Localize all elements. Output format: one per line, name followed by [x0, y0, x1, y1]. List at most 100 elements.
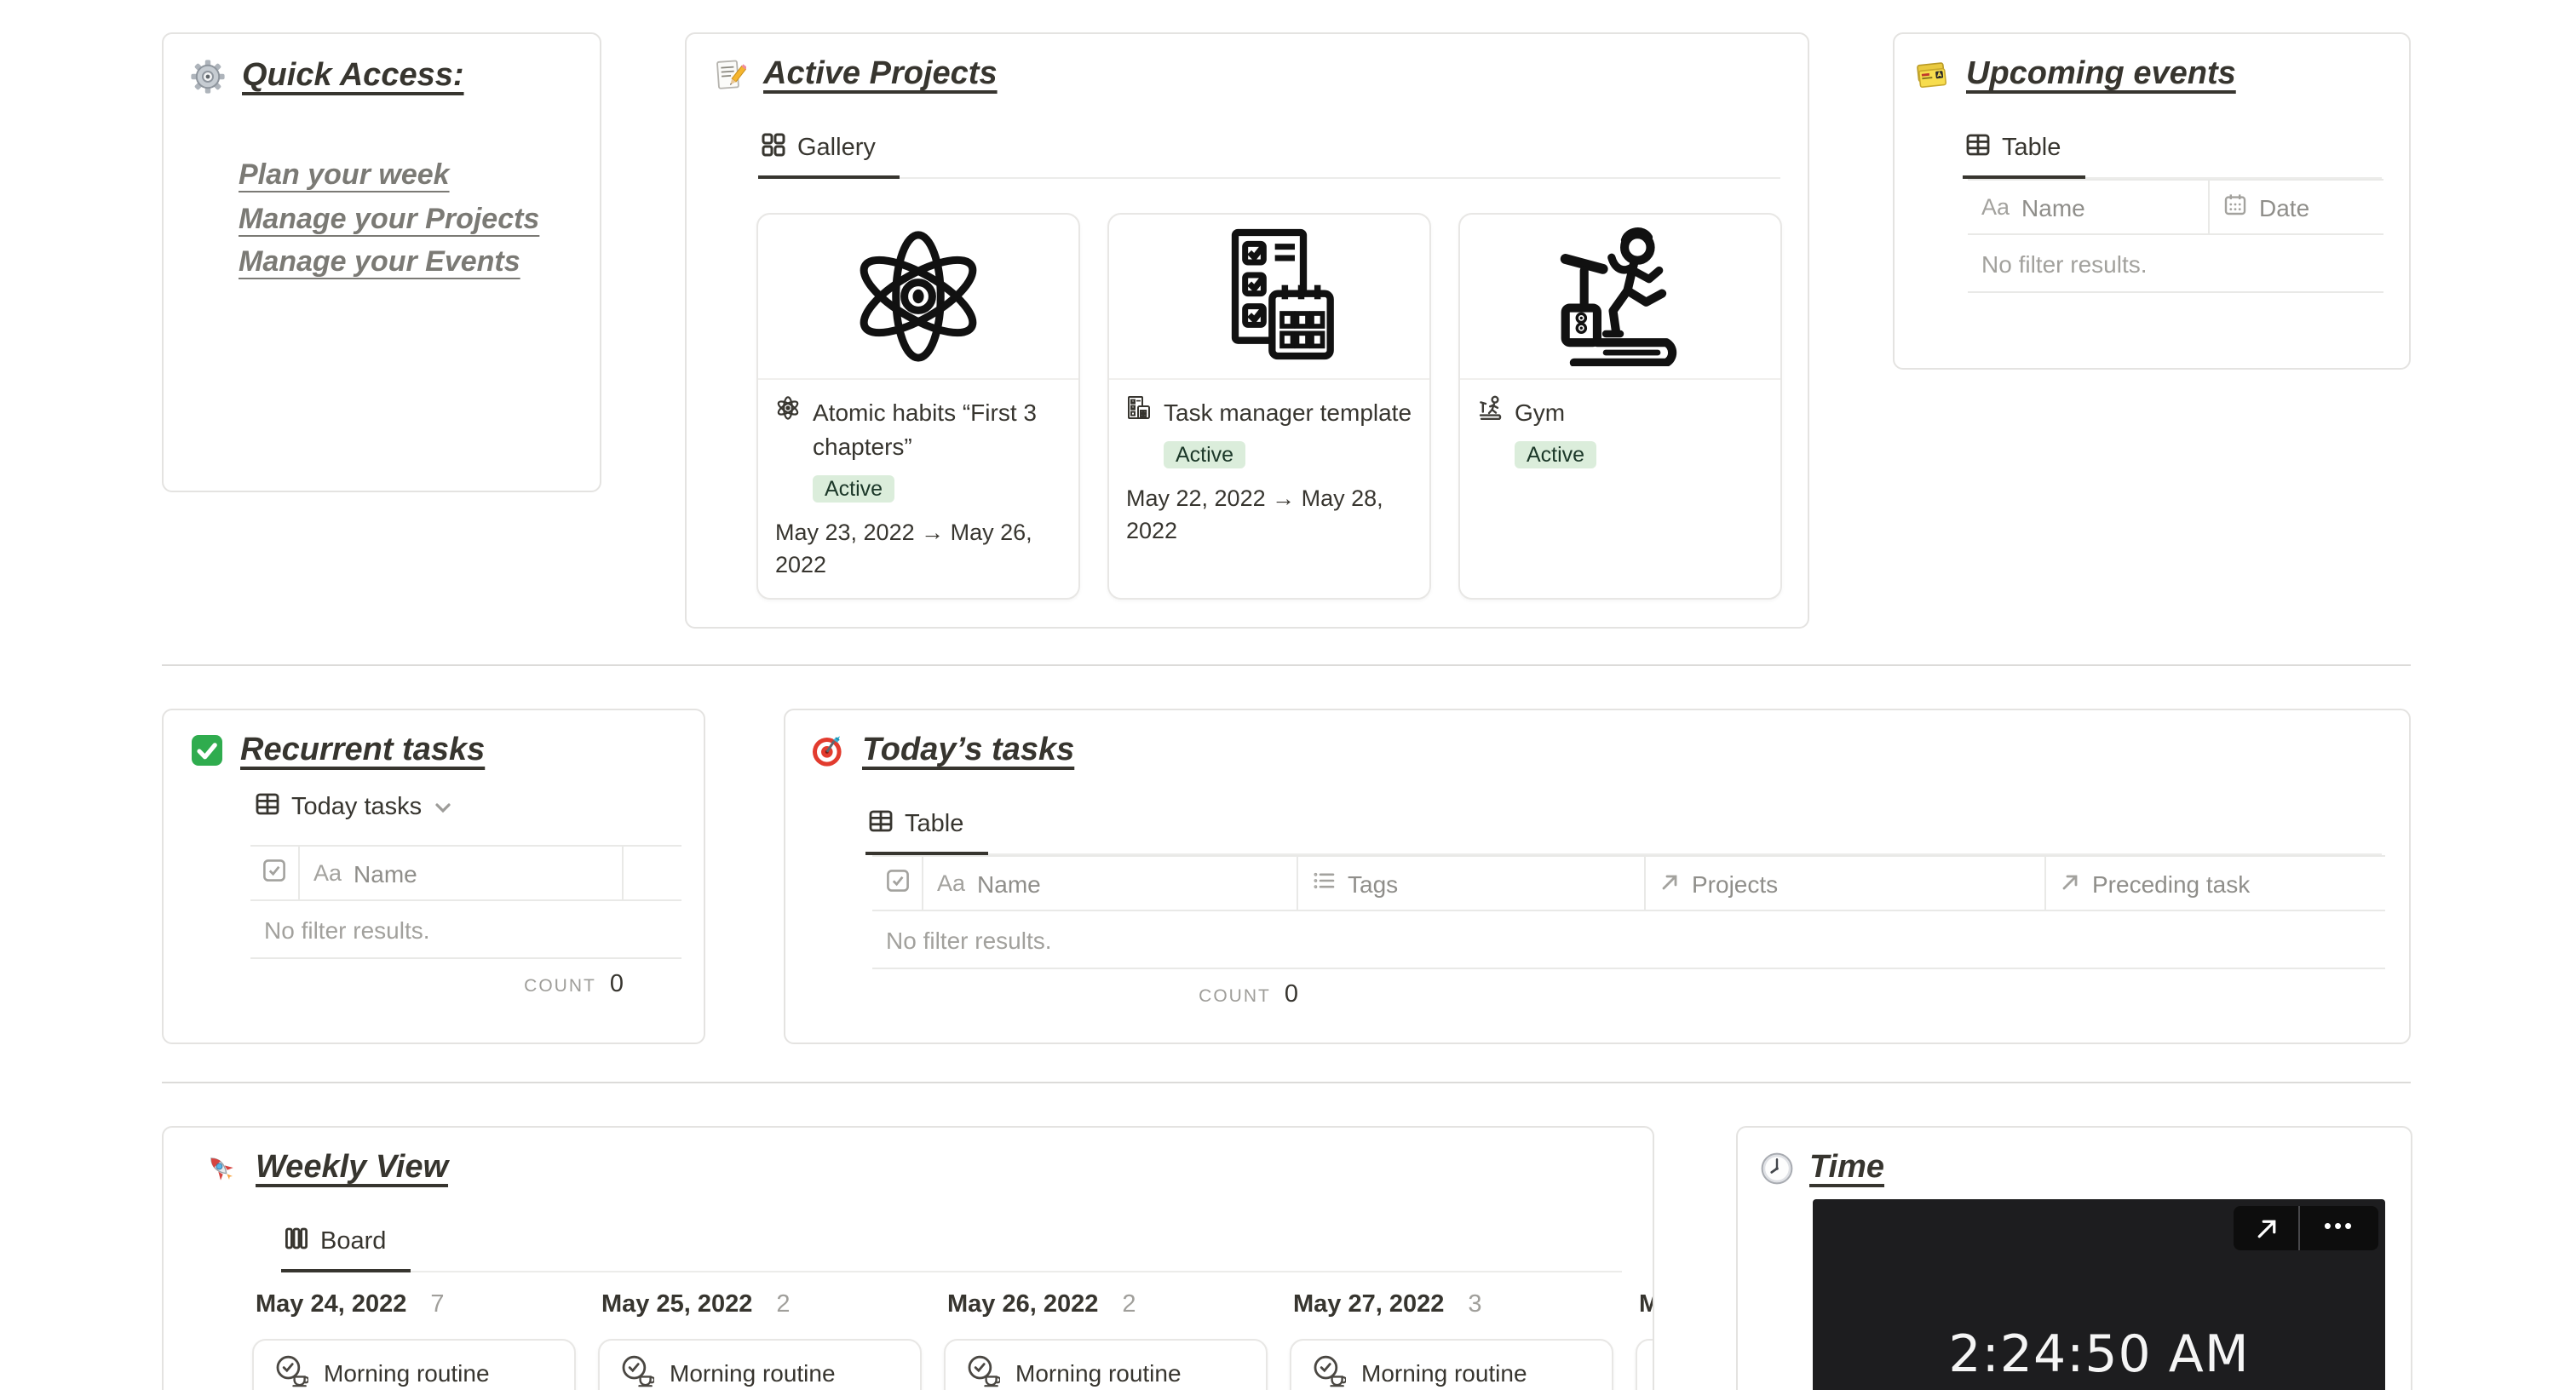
- board-column-date[interactable]: May 24, 2022: [256, 1291, 406, 1318]
- atom-illustration: [758, 215, 1078, 380]
- active-projects-card: Active Projects Gallery Atomic habits “F…: [685, 32, 1809, 629]
- recurrent-tasks-card: Recurrent tasks Today tasks Aa Name No f…: [162, 709, 705, 1044]
- dart-icon: [811, 734, 845, 768]
- board-column-date[interactable]: May 27, 2022: [1293, 1291, 1444, 1318]
- clock-embed-widget[interactable]: ••• 2:24:50 AM: [1813, 1199, 2385, 1390]
- column-header-checkbox[interactable]: [872, 857, 923, 910]
- tab-table-label: Table: [905, 811, 964, 838]
- project-card-title: Task manager template: [1164, 399, 1412, 426]
- more-options-button[interactable]: •••: [2300, 1206, 2378, 1250]
- project-card-title: Gym: [1515, 399, 1566, 426]
- board-card-label: Morning routine: [1015, 1359, 1182, 1387]
- todays-tasks-title: Today’s tasks: [862, 732, 1075, 768]
- column-header-date[interactable]: Date: [2210, 181, 2383, 233]
- text-icon: Aa: [937, 870, 966, 896]
- divider: [162, 664, 2411, 666]
- tab-table[interactable]: Table: [865, 794, 988, 855]
- clock-coffee-icon: [274, 1353, 310, 1390]
- board-column-date[interactable]: M: [1639, 1291, 1653, 1318]
- list-icon: [1312, 869, 1336, 898]
- embed-controls: •••: [2234, 1206, 2378, 1250]
- gallery: Atomic habits “First 3 chapters” Active …: [756, 213, 1808, 600]
- board-icon: [285, 1226, 308, 1257]
- column-header-name[interactable]: Aa Name: [300, 847, 624, 899]
- tab-gallery[interactable]: Gallery: [758, 118, 900, 179]
- calendar-icon: [2223, 192, 2247, 221]
- active-projects-title: Active Projects: [763, 56, 998, 92]
- time-title: Time: [1809, 1150, 1885, 1186]
- link-plan-your-week[interactable]: Plan your week: [239, 153, 450, 197]
- green-check-icon: [191, 734, 225, 768]
- board-column-count: 2: [776, 1291, 791, 1318]
- board-card-morning-routine[interactable]: Morning routine: [944, 1339, 1268, 1390]
- recurrent-tasks-title: Recurrent tasks: [240, 732, 486, 768]
- clock-coffee-icon: [966, 1353, 1002, 1390]
- table-icon: [256, 792, 279, 823]
- board-card-label: Morning routine: [670, 1359, 836, 1387]
- clock-coffee-icon: [620, 1353, 656, 1390]
- board-column-may-24: May 24, 2022 7 Morning routine: [252, 1291, 576, 1390]
- view-selector-label: Today tasks: [291, 794, 423, 821]
- tickets-icon: [1915, 58, 1949, 92]
- column-header-name[interactable]: Aa Name: [923, 857, 1298, 910]
- checkbox-icon: [262, 859, 286, 887]
- tab-board-label: Board: [320, 1228, 387, 1255]
- table-icon: [869, 809, 893, 840]
- divider: [162, 1082, 2411, 1083]
- table-icon: [1966, 133, 1990, 164]
- column-header-checkbox[interactable]: [250, 847, 300, 899]
- board-column-date[interactable]: May 25, 2022: [601, 1291, 752, 1318]
- project-card-gym[interactable]: Gym Active: [1458, 213, 1782, 600]
- board-column-date[interactable]: May 26, 2022: [947, 1291, 1098, 1318]
- project-dates: May 22, 2022 → May 28, 2022: [1126, 485, 1383, 543]
- rocket-icon: [204, 1152, 239, 1186]
- project-card-title: Atomic habits “First 3 chapters”: [813, 399, 1037, 460]
- weekly-view-card: Weekly View Board May 24, 2022 7 Morning…: [162, 1126, 1654, 1390]
- status-badge: Active: [1164, 441, 1246, 468]
- checkbox-icon: [885, 869, 909, 898]
- quick-access-card: Quick Access: Plan your week Manage your…: [162, 32, 601, 492]
- memo-icon: [712, 58, 746, 92]
- board-column-count: 2: [1122, 1291, 1136, 1318]
- board-card-partial[interactable]: [1636, 1339, 1653, 1390]
- arrow-ne-icon: [2060, 870, 2080, 897]
- count-row[interactable]: COUNT 0: [250, 971, 624, 998]
- board-card-morning-routine[interactable]: Morning routine: [598, 1339, 922, 1390]
- open-in-new-button[interactable]: [2234, 1206, 2298, 1250]
- board-card-morning-routine[interactable]: Morning routine: [252, 1339, 576, 1390]
- time-card: Time ••• 2:24:50 AM: [1736, 1126, 2412, 1390]
- project-card-task-manager[interactable]: Task manager template Active May 22, 202…: [1107, 213, 1431, 600]
- status-badge: Active: [813, 475, 895, 503]
- board-columns: May 24, 2022 7 Morning routine May 25, 2…: [252, 1291, 1653, 1390]
- column-header-preceding-task[interactable]: Preceding task: [2046, 857, 2385, 910]
- board-column-count: 7: [430, 1291, 445, 1318]
- quick-access-title: Quick Access:: [242, 58, 464, 94]
- link-manage-your-projects[interactable]: Manage your Projects: [239, 197, 539, 240]
- weekly-view-title: Weekly View: [256, 1150, 449, 1186]
- empty-results-row: No filter results.: [250, 901, 681, 959]
- dashboard-page: Quick Access: Plan your week Manage your…: [0, 0, 2576, 1390]
- board-column-may-25: May 25, 2022 2 Morning routine: [598, 1291, 922, 1390]
- count-row[interactable]: COUNT 0: [872, 981, 1298, 1008]
- atom-icon: [775, 395, 809, 463]
- board-card-label: Morning routine: [324, 1359, 490, 1387]
- digital-clock-readout: 2:24:50 AM: [1948, 1325, 2250, 1385]
- gallery-icon: [762, 133, 785, 164]
- board-column-count: 3: [1468, 1291, 1482, 1318]
- task-manager-illustration: [1109, 215, 1429, 380]
- board-column-partial: M: [1636, 1291, 1653, 1390]
- view-selector-today-tasks[interactable]: Today tasks: [256, 792, 451, 823]
- column-header-tags[interactable]: Tags: [1298, 857, 1646, 910]
- tab-gallery-label: Gallery: [797, 135, 876, 162]
- project-dates: May 23, 2022 → May 26, 2022: [775, 520, 1032, 577]
- column-header-projects[interactable]: Projects: [1646, 857, 2046, 910]
- tab-board[interactable]: Board: [281, 1211, 411, 1272]
- tab-table[interactable]: Table: [1963, 118, 2085, 179]
- column-header-name[interactable]: Aa Name: [1968, 181, 2210, 233]
- link-manage-your-events[interactable]: Manage your Events: [239, 240, 520, 284]
- upcoming-events-title: Upcoming events: [1966, 56, 2236, 92]
- clock-coffee-icon: [1312, 1353, 1348, 1390]
- project-card-atomic-habits[interactable]: Atomic habits “First 3 chapters” Active …: [756, 213, 1080, 600]
- board-card-morning-routine[interactable]: Morning routine: [1290, 1339, 1613, 1390]
- arrow-ne-icon: [2257, 1219, 2275, 1238]
